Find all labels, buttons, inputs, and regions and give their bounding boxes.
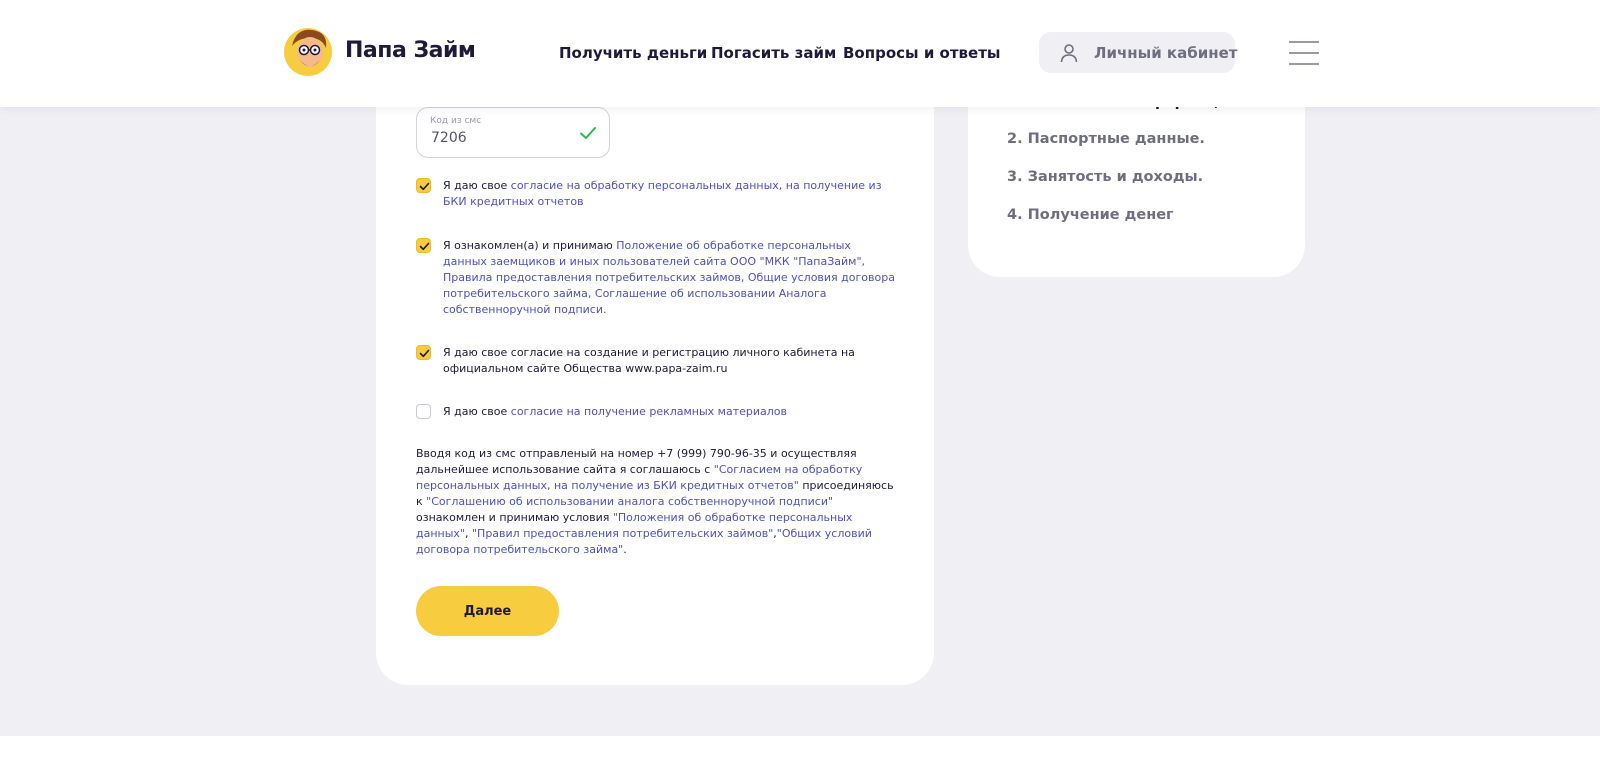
sms-code-input[interactable] xyxy=(431,130,561,146)
consent-account-text: Я даю свое согласие на создание и регист… xyxy=(443,346,855,375)
consent-marketing-checkbox[interactable] xyxy=(416,404,431,419)
consent-regulations-checkbox[interactable] xyxy=(416,238,431,253)
consent-text: Я даю свое xyxy=(443,405,511,418)
consent-personal-data-checkbox[interactable] xyxy=(416,178,431,193)
check-icon xyxy=(580,127,596,139)
notice-text: . xyxy=(623,543,627,556)
logo-icon[interactable] xyxy=(282,24,338,76)
notice-text: ознакомлен и принимаю условия xyxy=(416,511,613,524)
step-passport[interactable]: 2. Паспортные данные. xyxy=(1007,131,1205,147)
consent-text: Я ознакомлен(а) и принимаю xyxy=(443,239,617,252)
consent-regulations-text: Я ознакомлен(а) и принимаю Положение об … xyxy=(443,238,898,318)
notice-text: , xyxy=(464,527,472,540)
sms-agreement-notice: Вводя код из смс отправленый на номер +7… xyxy=(416,446,896,558)
sms-code-field[interactable]: Код из смс xyxy=(416,107,610,158)
checkmark-icon xyxy=(419,182,430,191)
checkmark-icon xyxy=(419,242,430,251)
consent-text: Я даю свое xyxy=(443,179,511,192)
consent-account-checkbox[interactable] xyxy=(416,345,431,360)
next-button[interactable]: Далее xyxy=(416,586,559,636)
step-get-money[interactable]: 4. Получение денег xyxy=(1007,207,1174,223)
step-employment[interactable]: 3. Занятость и доходы. xyxy=(1007,169,1203,185)
nav-get-money[interactable]: Получить деньги xyxy=(559,44,707,62)
notice-link-signature[interactable]: "Соглашению об использовании аналога соб… xyxy=(426,495,833,508)
user-icon xyxy=(1060,44,1078,63)
personal-account-button[interactable]: Личный кабинет xyxy=(1039,32,1238,73)
sms-code-label: Код из смс xyxy=(430,116,482,126)
nav-faq[interactable]: Вопросы и ответы xyxy=(843,44,1000,62)
brand-name[interactable]: Папа Займ xyxy=(345,38,476,63)
consent-marketing-text: Я даю свое согласие на получение рекламн… xyxy=(443,404,898,420)
notice-link-rules[interactable]: "Правил предоставления потребительских з… xyxy=(472,527,773,540)
menu-icon[interactable] xyxy=(1289,40,1319,66)
checkmark-icon xyxy=(419,349,430,358)
personal-account-label: Личный кабинет xyxy=(1094,44,1238,62)
consent-personal-data-text: Я даю свое согласие на обработку персона… xyxy=(443,178,898,210)
site-header: Папа Займ Получить деньги Погасить займ … xyxy=(0,0,1600,107)
consent-marketing-link[interactable]: согласие на получение рекламных материал… xyxy=(511,405,787,418)
nav-repay-loan[interactable]: Погасить займ xyxy=(711,44,836,62)
application-form: Код из смс Я даю свое согласие на обрабо… xyxy=(376,40,934,685)
